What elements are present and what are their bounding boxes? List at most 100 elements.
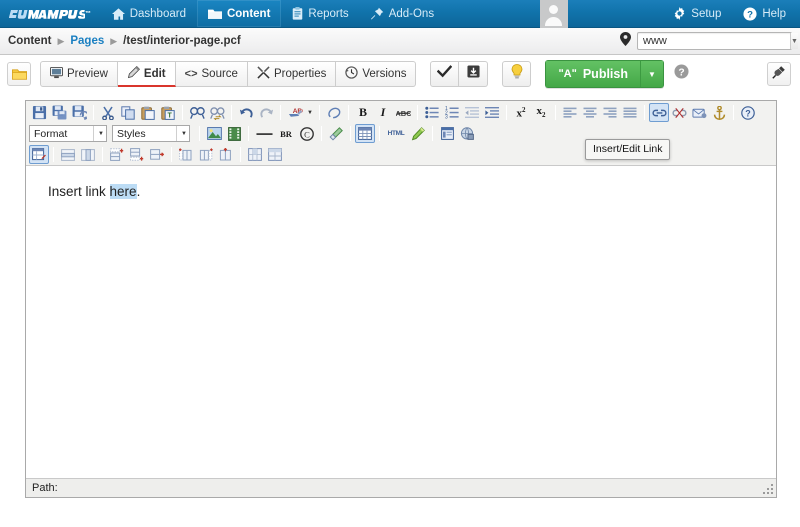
horizontal-rule-icon[interactable] [253, 124, 275, 143]
unlink-icon[interactable] [669, 103, 689, 122]
lightbulb-button[interactable] [502, 61, 532, 87]
tab-source-label: Source [201, 68, 238, 80]
outdent-icon[interactable] [462, 103, 482, 122]
insert-column-after-icon[interactable] [196, 145, 216, 164]
tab-properties[interactable]: Properties [247, 61, 337, 87]
toolbar-separator [733, 105, 734, 120]
row-properties-icon[interactable] [58, 145, 78, 164]
paste-icon[interactable] [138, 103, 158, 122]
spellcheck-icon[interactable]: ABC [285, 103, 305, 122]
editor-paragraph[interactable]: Insert link here. [48, 184, 776, 199]
editor-canvas[interactable]: Insert link here. [26, 166, 776, 476]
save-as-icon[interactable] [69, 103, 89, 122]
tab-versions[interactable]: Versions [336, 61, 417, 87]
nav-item-content[interactable]: Content [196, 0, 282, 27]
editor-selected-text[interactable]: here [109, 184, 137, 199]
toolbar-separator [506, 105, 507, 120]
align-right-icon[interactable] [600, 103, 620, 122]
publish-button-label: Publish [582, 67, 628, 81]
delete-column-icon[interactable] [216, 145, 236, 164]
cell-properties-icon[interactable] [78, 145, 98, 164]
copyright-icon[interactable]: C [297, 124, 317, 143]
publish-button[interactable]: ʺAʺ Publish [545, 60, 640, 88]
svg-text:C: C [304, 129, 310, 139]
edit-source-icon[interactable] [408, 124, 428, 143]
bold-icon[interactable]: B [353, 103, 373, 122]
undo-icon[interactable] [236, 103, 256, 122]
insert-snippet-icon[interactable] [437, 124, 457, 143]
toolbar-separator [280, 105, 281, 120]
insert-media-icon[interactable] [224, 124, 244, 143]
nav-item-reports[interactable]: Reports [281, 0, 359, 27]
nav-item-setup[interactable]: Setup [662, 0, 732, 27]
top-navigation-bar: ™ Dashboard Content Reports Add-Ons Setu… [0, 0, 800, 28]
insert-row-before-icon[interactable] [107, 145, 127, 164]
numbered-list-icon[interactable]: 123 [442, 103, 462, 122]
align-left-icon[interactable] [560, 103, 580, 122]
chevron-down-icon: ▼ [93, 126, 104, 141]
help-icon[interactable]: ? [738, 103, 758, 122]
folder-toggle-button[interactable] [7, 62, 31, 86]
remove-format-icon[interactable] [324, 103, 344, 122]
save-all-icon[interactable] [49, 103, 69, 122]
copy-icon[interactable] [118, 103, 138, 122]
merge-cells-icon[interactable] [245, 145, 265, 164]
site-url-dropdown-button[interactable]: ▼ [790, 33, 798, 49]
redo-icon[interactable] [256, 103, 276, 122]
save-icon[interactable] [29, 103, 49, 122]
editor-path-bar: Path: [26, 478, 776, 497]
map-pin-icon [620, 31, 631, 51]
paste-text-icon[interactable]: T [158, 103, 178, 122]
breadcrumb-item-content[interactable]: Content [8, 35, 51, 47]
bullet-list-icon[interactable] [422, 103, 442, 122]
tab-preview[interactable]: Preview [40, 61, 118, 87]
superscript-icon[interactable]: x2 [511, 103, 531, 122]
cut-icon[interactable] [98, 103, 118, 122]
insert-column-before-icon[interactable] [176, 145, 196, 164]
save-as-button[interactable] [459, 61, 489, 87]
site-url-field[interactable]: ▼ [637, 32, 798, 50]
nav-item-addons[interactable]: Add-Ons [360, 0, 445, 27]
align-center-icon[interactable] [580, 103, 600, 122]
anchor-icon[interactable] [709, 103, 729, 122]
breadcrumb-item-pages[interactable]: Pages [70, 35, 104, 47]
delete-row-icon[interactable] [147, 145, 167, 164]
toolbar-separator [248, 126, 249, 141]
line-break-icon[interactable]: BR [275, 124, 297, 143]
replace-icon[interactable] [207, 103, 227, 122]
site-url-input[interactable] [638, 33, 790, 49]
tab-edit[interactable]: Edit [117, 61, 176, 87]
user-avatar[interactable] [539, 0, 568, 28]
nav-item-dashboard[interactable]: Dashboard [101, 0, 197, 27]
indent-icon[interactable] [482, 103, 502, 122]
split-cells-icon[interactable] [265, 145, 285, 164]
publish-button-group: ʺAʺ Publish ▼ [545, 60, 664, 88]
align-justify-icon[interactable] [620, 103, 640, 122]
toolbar-separator [348, 105, 349, 120]
nav-item-help[interactable]: ? Help [732, 0, 800, 27]
insert-asset-icon[interactable] [457, 124, 477, 143]
insert-row-after-icon[interactable] [127, 145, 147, 164]
ou-campus-logo[interactable]: ™ [0, 0, 101, 27]
nav-item-content-label: Content [226, 7, 271, 20]
resize-grip[interactable] [762, 483, 774, 495]
strikethrough-icon[interactable]: ABC [393, 103, 413, 122]
cleanup-icon[interactable] [326, 124, 346, 143]
italic-icon[interactable]: I [373, 103, 393, 122]
insert-link-icon[interactable] [649, 103, 669, 122]
find-icon[interactable] [187, 103, 207, 122]
publish-dropdown-button[interactable]: ▼ [640, 60, 664, 88]
insert-table-icon[interactable] [355, 124, 375, 143]
table-properties-icon[interactable] [29, 145, 49, 164]
save-check-button[interactable] [430, 61, 460, 87]
tab-source[interactable]: <> Source [175, 61, 248, 87]
insert-mailto-icon[interactable] [689, 103, 709, 122]
edit-html-icon[interactable]: HTML [384, 124, 408, 143]
plugin-toggle-button[interactable] [767, 62, 791, 86]
styles-select[interactable]: Styles ▼ [112, 125, 190, 142]
insert-image-icon[interactable] [204, 124, 224, 143]
spellcheck-dropdown-icon[interactable]: ▼ [305, 103, 315, 122]
publish-help-button[interactable]: ? [674, 64, 689, 84]
format-select[interactable]: Format ▼ [29, 125, 107, 142]
subscript-icon[interactable]: x2 [531, 103, 551, 122]
